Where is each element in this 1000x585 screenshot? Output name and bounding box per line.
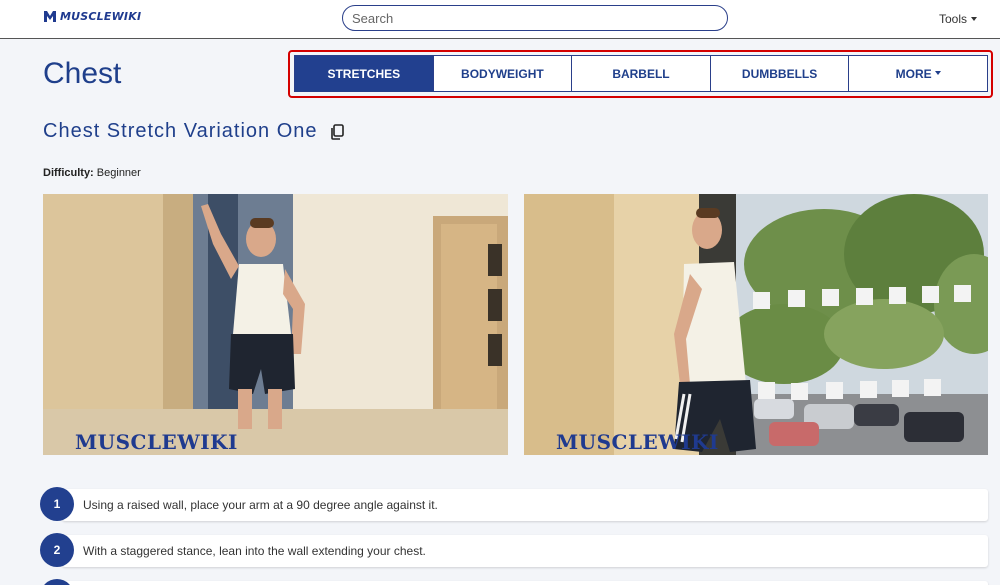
step-card xyxy=(62,581,988,585)
top-navbar: MUSCLEWIKI Tools xyxy=(0,0,1000,39)
search-input[interactable] xyxy=(342,5,728,31)
tab-label: BARBELL xyxy=(612,66,670,81)
tab-label: MORE xyxy=(895,66,932,81)
step-text: Using a raised wall, place your arm at a… xyxy=(83,498,438,512)
difficulty-label: Difficulty: xyxy=(43,167,94,179)
step-item: 1 Using a raised wall, place your arm at… xyxy=(40,487,988,521)
tab-label: BODYWEIGHT xyxy=(461,66,544,81)
step-text: With a staggered stance, lean into the w… xyxy=(83,544,426,558)
video-frame xyxy=(524,194,988,455)
video-watermark: MUSCLEWIKI xyxy=(556,430,719,454)
tab-label: DUMBBELLS xyxy=(741,66,818,81)
tab-bodyweight[interactable]: BODYWEIGHT xyxy=(434,56,573,91)
step-number-badge: 2 xyxy=(40,533,74,567)
tools-label: Tools xyxy=(939,12,968,26)
tab-more[interactable]: MORE xyxy=(849,56,987,91)
logo-icon xyxy=(44,11,56,22)
tab-stretches[interactable]: STRETCHES xyxy=(295,56,434,91)
difficulty: Difficulty: Beginner xyxy=(43,167,141,179)
tab-dumbbells[interactable]: DUMBBELLS xyxy=(711,56,850,91)
step-item: 2 With a staggered stance, lean into the… xyxy=(40,533,988,567)
copy-icon[interactable] xyxy=(330,123,344,140)
tools-menu[interactable]: Tools xyxy=(939,12,978,26)
brand-logo[interactable]: MUSCLEWIKI xyxy=(43,10,141,23)
exercise-title: Chest Stretch Variation One xyxy=(43,120,318,142)
chevron-down-icon xyxy=(934,70,941,75)
chevron-down-icon xyxy=(971,16,978,21)
page-title: Chest xyxy=(43,57,122,90)
exercise-video-front[interactable]: MUSCLEWIKI xyxy=(43,194,508,455)
exercise-title-row: Chest Stretch Variation One xyxy=(43,120,344,143)
step-number-badge: 1 xyxy=(40,487,74,521)
difficulty-value: Beginner xyxy=(96,167,141,179)
exercise-video-side[interactable]: MUSCLEWIKI xyxy=(524,194,988,455)
tab-label: STRETCHES xyxy=(327,66,401,81)
brand-name: MUSCLEWIKI xyxy=(60,10,142,23)
tab-barbell[interactable]: BARBELL xyxy=(572,56,711,91)
step-item: 3 xyxy=(40,579,988,585)
video-watermark: MUSCLEWIKI xyxy=(75,430,238,454)
video-frame xyxy=(43,194,508,455)
category-tabs: STRETCHES BODYWEIGHT BARBELL DUMBBELLS M… xyxy=(294,55,988,92)
